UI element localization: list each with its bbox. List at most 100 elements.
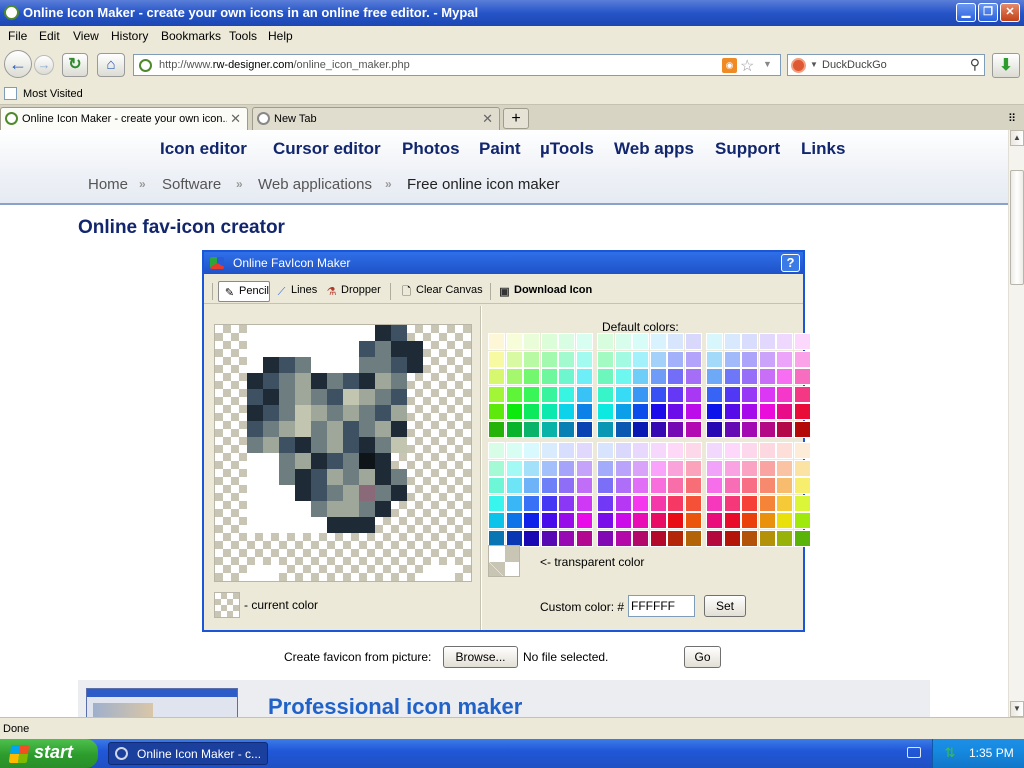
palette-swatch[interactable] bbox=[575, 494, 593, 512]
downloads-button[interactable]: ⬇ bbox=[992, 53, 1020, 78]
palette-swatch[interactable] bbox=[540, 459, 558, 477]
palette-swatch[interactable] bbox=[667, 368, 684, 385]
palette-swatch[interactable] bbox=[614, 459, 632, 477]
palette-swatch[interactable] bbox=[684, 459, 702, 477]
search-bar[interactable]: ▼ DuckDuckGo ⚲ bbox=[787, 54, 985, 76]
palette-swatch[interactable] bbox=[632, 333, 649, 350]
palette-swatch[interactable] bbox=[597, 494, 614, 512]
palette-swatch[interactable] bbox=[793, 529, 811, 547]
palette-swatch[interactable] bbox=[741, 385, 758, 403]
palette-swatch[interactable] bbox=[523, 459, 540, 477]
url-history-dropdown-icon[interactable]: ▼ bbox=[763, 59, 772, 69]
palette-swatch[interactable] bbox=[667, 512, 684, 529]
palette-swatch[interactable] bbox=[649, 459, 667, 477]
palette-swatch[interactable] bbox=[632, 350, 649, 368]
palette-swatch[interactable] bbox=[776, 385, 793, 403]
scroll-up-icon[interactable]: ▲ bbox=[1010, 130, 1024, 146]
palette-swatch[interactable] bbox=[505, 477, 523, 494]
nav-photos[interactable]: Photos bbox=[402, 139, 460, 159]
nav-paint[interactable]: Paint bbox=[479, 139, 521, 159]
palette-swatch[interactable] bbox=[540, 512, 558, 529]
palette-swatch[interactable] bbox=[575, 459, 593, 477]
palette-swatch[interactable] bbox=[523, 333, 540, 350]
palette-swatch[interactable] bbox=[793, 477, 811, 494]
palette-swatch[interactable] bbox=[758, 459, 776, 477]
palette-swatch[interactable] bbox=[540, 529, 558, 547]
palette-swatch[interactable] bbox=[540, 420, 558, 438]
palette-swatch[interactable] bbox=[649, 494, 667, 512]
close-tab-icon[interactable]: ✕ bbox=[230, 111, 241, 127]
palette-swatch[interactable] bbox=[488, 368, 505, 385]
tab-online-icon-maker[interactable]: Online Icon Maker - create your own icon… bbox=[0, 107, 248, 131]
nav-web-apps[interactable]: Web apps bbox=[614, 139, 694, 159]
palette-swatch[interactable] bbox=[758, 403, 776, 420]
palette-swatch[interactable] bbox=[741, 333, 758, 350]
palette-swatch[interactable] bbox=[488, 385, 505, 403]
list-all-tabs-icon[interactable]: ⠿ bbox=[1008, 112, 1016, 125]
palette-swatch[interactable] bbox=[540, 368, 558, 385]
reload-button[interactable]: ↻ bbox=[62, 53, 88, 77]
palette-swatch[interactable] bbox=[776, 494, 793, 512]
palette-swatch[interactable] bbox=[523, 494, 540, 512]
home-button[interactable]: ⌂ bbox=[97, 53, 125, 77]
palette-swatch[interactable] bbox=[614, 494, 632, 512]
help-button[interactable]: ? bbox=[781, 254, 800, 272]
palette-swatch[interactable] bbox=[558, 368, 575, 385]
palette-swatch[interactable] bbox=[741, 368, 758, 385]
palette-swatch[interactable] bbox=[741, 442, 758, 459]
palette-swatch[interactable] bbox=[505, 512, 523, 529]
forward-button[interactable]: → bbox=[34, 55, 54, 75]
palette-swatch[interactable] bbox=[684, 403, 702, 420]
palette-swatch[interactable] bbox=[793, 350, 811, 368]
palette-swatch[interactable] bbox=[741, 512, 758, 529]
palette-swatch[interactable] bbox=[758, 442, 776, 459]
nav-support[interactable]: Support bbox=[715, 139, 780, 159]
palette-swatch[interactable] bbox=[758, 420, 776, 438]
palette-swatch[interactable] bbox=[505, 494, 523, 512]
palette-swatch[interactable] bbox=[558, 512, 575, 529]
palette-swatch[interactable] bbox=[684, 477, 702, 494]
palette-swatch[interactable] bbox=[741, 403, 758, 420]
nav-links[interactable]: Links bbox=[801, 139, 845, 159]
palette-swatch[interactable] bbox=[776, 442, 793, 459]
palette-swatch[interactable] bbox=[523, 477, 540, 494]
palette-swatch[interactable] bbox=[649, 385, 667, 403]
breadcrumb-home[interactable]: Home bbox=[88, 176, 128, 193]
palette-swatch[interactable] bbox=[632, 442, 649, 459]
palette-swatch[interactable] bbox=[575, 350, 593, 368]
palette-swatch[interactable] bbox=[540, 494, 558, 512]
palette-swatch[interactable] bbox=[632, 403, 649, 420]
palette-swatch[interactable] bbox=[758, 350, 776, 368]
palette-swatch[interactable] bbox=[776, 403, 793, 420]
menu-view[interactable]: View bbox=[73, 29, 99, 43]
palette-swatch[interactable] bbox=[776, 333, 793, 350]
nav-microtools[interactable]: µTools bbox=[540, 139, 594, 159]
palette-swatch[interactable] bbox=[488, 403, 505, 420]
palette-swatch[interactable] bbox=[632, 529, 649, 547]
palette-swatch[interactable] bbox=[684, 442, 702, 459]
palette-swatch[interactable] bbox=[706, 442, 723, 459]
palette-swatch[interactable] bbox=[667, 403, 684, 420]
palette-swatch[interactable] bbox=[706, 368, 723, 385]
dropper-tool-button[interactable]: ⚗ Dropper bbox=[325, 281, 381, 302]
palette-swatch[interactable] bbox=[614, 368, 632, 385]
palette-swatch[interactable] bbox=[706, 333, 723, 350]
palette-swatch[interactable] bbox=[597, 512, 614, 529]
palette-swatch[interactable] bbox=[614, 333, 632, 350]
palette-swatch[interactable] bbox=[758, 529, 776, 547]
menu-bookmarks[interactable]: Bookmarks bbox=[161, 29, 221, 43]
palette-swatch[interactable] bbox=[540, 350, 558, 368]
palette-swatch[interactable] bbox=[758, 494, 776, 512]
palette-swatch[interactable] bbox=[667, 494, 684, 512]
menu-tools[interactable]: Tools bbox=[229, 29, 257, 43]
promo-title[interactable]: Professional icon maker bbox=[268, 694, 522, 717]
palette-swatch[interactable] bbox=[614, 385, 632, 403]
palette-swatch[interactable] bbox=[540, 477, 558, 494]
palette-swatch[interactable] bbox=[667, 459, 684, 477]
palette-swatch[interactable] bbox=[776, 368, 793, 385]
search-engine-icon[interactable] bbox=[791, 58, 806, 73]
palette-swatch[interactable] bbox=[758, 477, 776, 494]
palette-swatch[interactable] bbox=[649, 442, 667, 459]
palette-swatch[interactable] bbox=[667, 477, 684, 494]
palette-swatch[interactable] bbox=[505, 350, 523, 368]
